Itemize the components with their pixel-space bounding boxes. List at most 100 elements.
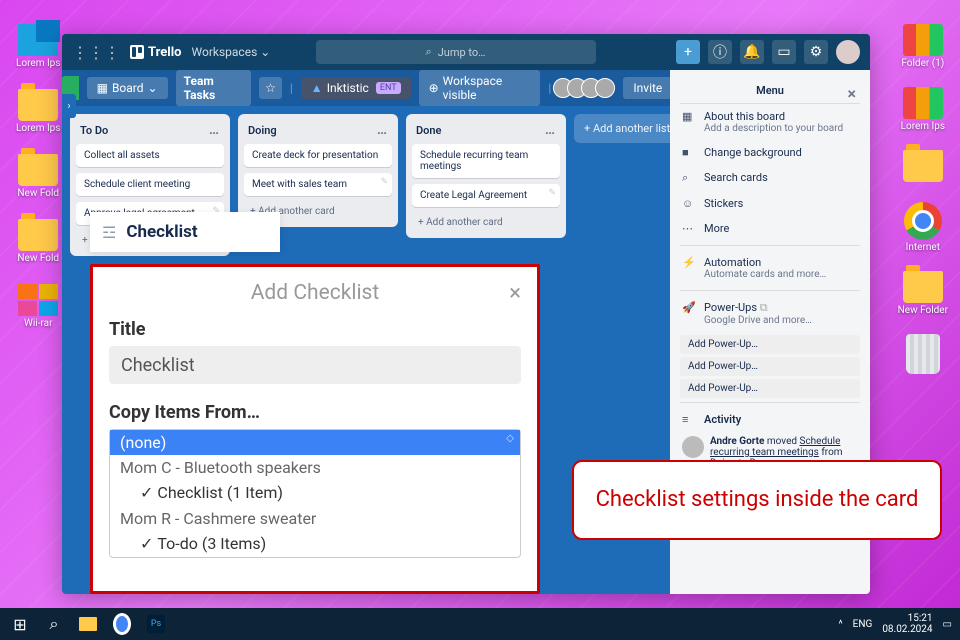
add-powerup-button[interactable]: Add Power-Up… <box>680 379 860 398</box>
star-button[interactable]: ☆ <box>259 77 282 99</box>
menu-subtitle: Google Drive and more… <box>704 315 812 326</box>
tray-notification-icon[interactable]: ▭ <box>943 619 952 630</box>
add-powerup-button[interactable]: Add Power-Up… <box>680 335 860 354</box>
search-input[interactable]: ⌕Jump to… <box>316 40 596 64</box>
dropdown-option-card[interactable]: Mom C - Bluetooth speakers <box>110 455 520 480</box>
board-icon: ▦ <box>682 110 696 123</box>
card[interactable]: Meet with sales team✎ <box>244 173 392 196</box>
tray-language[interactable]: ENG <box>853 619 873 630</box>
card[interactable]: Create Legal Agreement✎ <box>412 184 560 207</box>
user-avatar-icon <box>682 436 704 458</box>
notifications-button[interactable]: 🔔 <box>740 40 764 64</box>
globe-icon: ⊕ <box>429 81 439 95</box>
list-menu-button[interactable]: … <box>209 122 220 138</box>
dropdown-option-checklist[interactable]: ✓To-do (3 Items) <box>110 531 520 557</box>
desktop-icon-chrome[interactable]: Internet <box>898 202 948 253</box>
menu-close-button[interactable]: × <box>848 84 857 103</box>
card[interactable]: Create deck for presentation <box>244 144 392 167</box>
annotation-callout: Checklist settings inside the card <box>572 460 942 540</box>
dropdown-option-none[interactable]: (none) <box>110 430 520 455</box>
trello-top-bar: ⋮⋮⋮ Trello Workspaces ⌄ ⌕Jump to… + ⓘ 🔔 … <box>62 34 870 70</box>
desktop-icon-label: Lorem Ips <box>16 58 60 69</box>
board-title[interactable]: Team Tasks <box>176 70 252 106</box>
desktop-icon-label: Folder (1) <box>901 58 944 69</box>
modal-title: Add Checklist <box>251 281 380 305</box>
invite-button[interactable]: Invite <box>623 77 672 99</box>
close-button[interactable]: × <box>509 281 521 306</box>
ent-badge: ENT <box>376 82 401 94</box>
desktop-icon-folder[interactable]: New Fold <box>16 154 60 199</box>
search-button[interactable]: ⌕ <box>42 612 66 636</box>
desktop-icon-folder[interactable]: Folder (1) <box>898 24 948 69</box>
desktop-icon-folder[interactable]: New Folder <box>898 271 948 316</box>
card[interactable]: Collect all assets <box>76 144 224 167</box>
file-explorer-icon[interactable] <box>76 612 100 636</box>
add-list-button[interactable]: + Add another list <box>574 114 680 143</box>
workspaces-dropdown[interactable]: Workspaces ⌄ <box>192 45 271 59</box>
org-button[interactable]: ▲InktisticENT <box>301 77 411 99</box>
sidebar-collapse-button[interactable]: › <box>62 94 76 118</box>
list-done: Done … Schedule recurring team meetings C… <box>406 114 566 238</box>
desktop-icon-label: Internet <box>906 242 940 253</box>
checklist-icon: ☲ <box>102 223 116 242</box>
menu-change-background[interactable]: ■Change background <box>680 140 860 165</box>
inbox-button[interactable]: ▭ <box>772 40 796 64</box>
desktop-icon-this-pc[interactable]: Lorem Ips <box>16 24 60 69</box>
desktop-icon-trash[interactable] <box>898 334 948 376</box>
menu-search-cards[interactable]: ⌕Search cards <box>680 165 860 191</box>
start-button[interactable]: ⊞ <box>8 612 32 636</box>
search-icon: ⌕ <box>682 171 696 185</box>
desktop-icon-folder[interactable]: New Fold <box>16 219 60 264</box>
add-powerup-button[interactable]: Add Power-Up… <box>680 357 860 376</box>
visibility-button[interactable]: ⊕Workspace visible <box>419 70 541 106</box>
user-avatar[interactable] <box>836 40 860 64</box>
chevron-down-icon: ⌄ <box>260 45 270 59</box>
checklist-label: Checklist <box>126 222 197 242</box>
settings-button[interactable]: ⚙ <box>804 40 828 64</box>
menu-powerups[interactable]: 🚀Power-Ups ⧉Google Drive and more… <box>680 295 860 332</box>
list-title[interactable]: Done <box>416 124 441 137</box>
board-view-button[interactable]: ▦ Board ⌄ <box>87 77 168 99</box>
menu-about-board[interactable]: ▦About this boardAdd a description to yo… <box>680 104 860 140</box>
photoshop-taskbar-icon[interactable]: Ps <box>144 612 168 636</box>
square-icon: ■ <box>682 146 696 159</box>
card[interactable]: Schedule recurring team meetings <box>412 144 560 178</box>
info-button[interactable]: ⓘ <box>708 40 732 64</box>
card[interactable]: Schedule client meeting <box>76 173 224 196</box>
list-menu-button[interactable]: … <box>545 122 556 138</box>
edit-icon[interactable]: ✎ <box>380 177 388 187</box>
more-icon: ⋯ <box>682 222 696 235</box>
create-button[interactable]: + <box>676 40 700 64</box>
desktop-icon-folder[interactable]: Lorem Ips <box>16 89 60 134</box>
desktop-icon-label: New Fold <box>17 188 59 199</box>
list-title[interactable]: To Do <box>80 124 108 137</box>
board-icon: ▦ <box>97 81 108 95</box>
list-icon: ≡ <box>682 413 696 426</box>
copy-from-dropdown[interactable]: (none) Mom C - Bluetooth speakers ✓Check… <box>109 429 521 558</box>
board-members[interactable] <box>559 78 615 98</box>
desktop-icon-label: Lorem Ips <box>16 123 60 134</box>
menu-more[interactable]: ⋯More <box>680 216 860 241</box>
apps-icon[interactable]: ⋮⋮⋮ <box>72 43 120 62</box>
menu-subtitle: Add a description to your board <box>704 123 843 134</box>
menu-automation[interactable]: ⚡AutomationAutomate cards and more… <box>680 250 860 286</box>
add-card-button[interactable]: + Add another card <box>412 213 560 232</box>
trello-logo[interactable]: Trello <box>130 45 182 60</box>
checklist-section-header: ☲ Checklist <box>90 212 280 252</box>
menu-stickers[interactable]: ☺Stickers <box>680 191 860 216</box>
desktop-icon-folder[interactable]: Lorem Ips <box>898 87 948 132</box>
search-placeholder: Jump to… <box>438 46 486 59</box>
checklist-title-input[interactable] <box>109 346 521 384</box>
desktop-icon-winrar[interactable]: Wii-rar <box>16 284 60 329</box>
windows-taskbar: ⊞ ⌕ Ps ^ ENG 15:2108.02.2024 ▭ <box>0 608 960 640</box>
dropdown-option-card[interactable]: Mom R - Cashmere sweater <box>110 506 520 531</box>
tray-chevron-icon[interactable]: ^ <box>838 619 842 630</box>
tray-clock[interactable]: 15:2108.02.2024 <box>882 613 932 635</box>
dropdown-option-checklist[interactable]: ✓Checklist (1 Item) <box>110 480 520 506</box>
edit-icon[interactable]: ✎ <box>548 188 556 198</box>
list-title[interactable]: Doing <box>248 124 277 137</box>
chrome-taskbar-icon[interactable] <box>110 612 134 636</box>
list-menu-button[interactable]: … <box>377 122 388 138</box>
sticker-icon: ☺ <box>682 197 696 210</box>
desktop-icon-folder[interactable] <box>898 150 948 184</box>
